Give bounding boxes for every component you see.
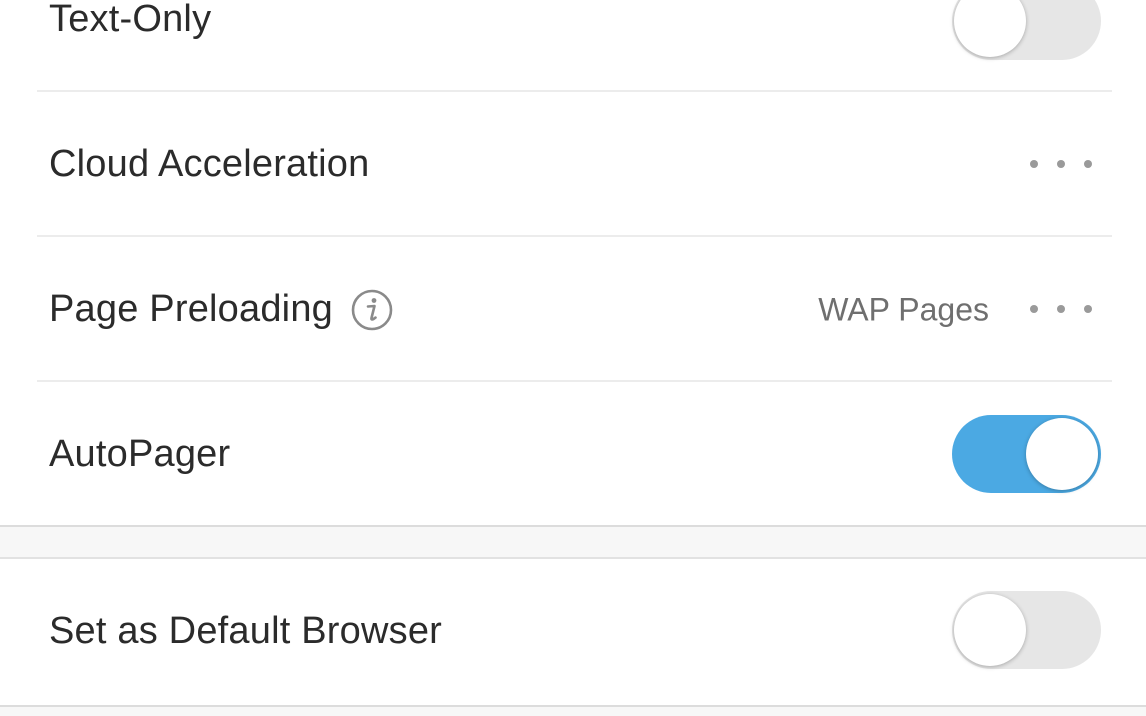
- setting-label-autopager: AutoPager: [49, 433, 231, 475]
- settings-group-browsing: Text-Only Cloud Acceleration Page Preloa…: [0, 0, 1146, 527]
- toggle-knob: [954, 594, 1026, 666]
- setting-label-default-browser: Set as Default Browser: [49, 610, 443, 652]
- default-browser-toggle[interactable]: [952, 591, 1101, 669]
- setting-label-page-preloading: Page Preloading: [49, 288, 333, 330]
- setting-label-text-only: Text-Only: [49, 0, 212, 40]
- dot: [1030, 160, 1038, 168]
- setting-label-cloud-acceleration: Cloud Acceleration: [49, 143, 370, 185]
- settings-group-default-browser: Set as Default Browser: [0, 557, 1146, 707]
- setting-row-text-only[interactable]: Text-Only: [0, 0, 1146, 92]
- autopager-toggle[interactable]: [952, 415, 1101, 493]
- setting-row-cloud-acceleration[interactable]: Cloud Acceleration: [0, 92, 1146, 237]
- setting-row-default-browser[interactable]: Set as Default Browser: [0, 559, 1146, 704]
- dot: [1084, 160, 1092, 168]
- page-preloading-value: WAP Pages: [818, 291, 989, 327]
- dot: [1057, 305, 1065, 313]
- dot: [1057, 160, 1065, 168]
- setting-row-autopager[interactable]: AutoPager: [0, 382, 1146, 527]
- more-dots-icon[interactable]: [1030, 299, 1092, 319]
- setting-row-page-preloading[interactable]: Page Preloading WAP Pages: [0, 237, 1146, 382]
- dot: [1084, 305, 1092, 313]
- info-icon[interactable]: [351, 289, 393, 331]
- text-only-toggle[interactable]: [952, 0, 1101, 60]
- more-dots-icon[interactable]: [1030, 154, 1092, 174]
- toggle-knob: [1026, 418, 1098, 490]
- dot: [1030, 305, 1038, 313]
- toggle-knob: [954, 0, 1026, 57]
